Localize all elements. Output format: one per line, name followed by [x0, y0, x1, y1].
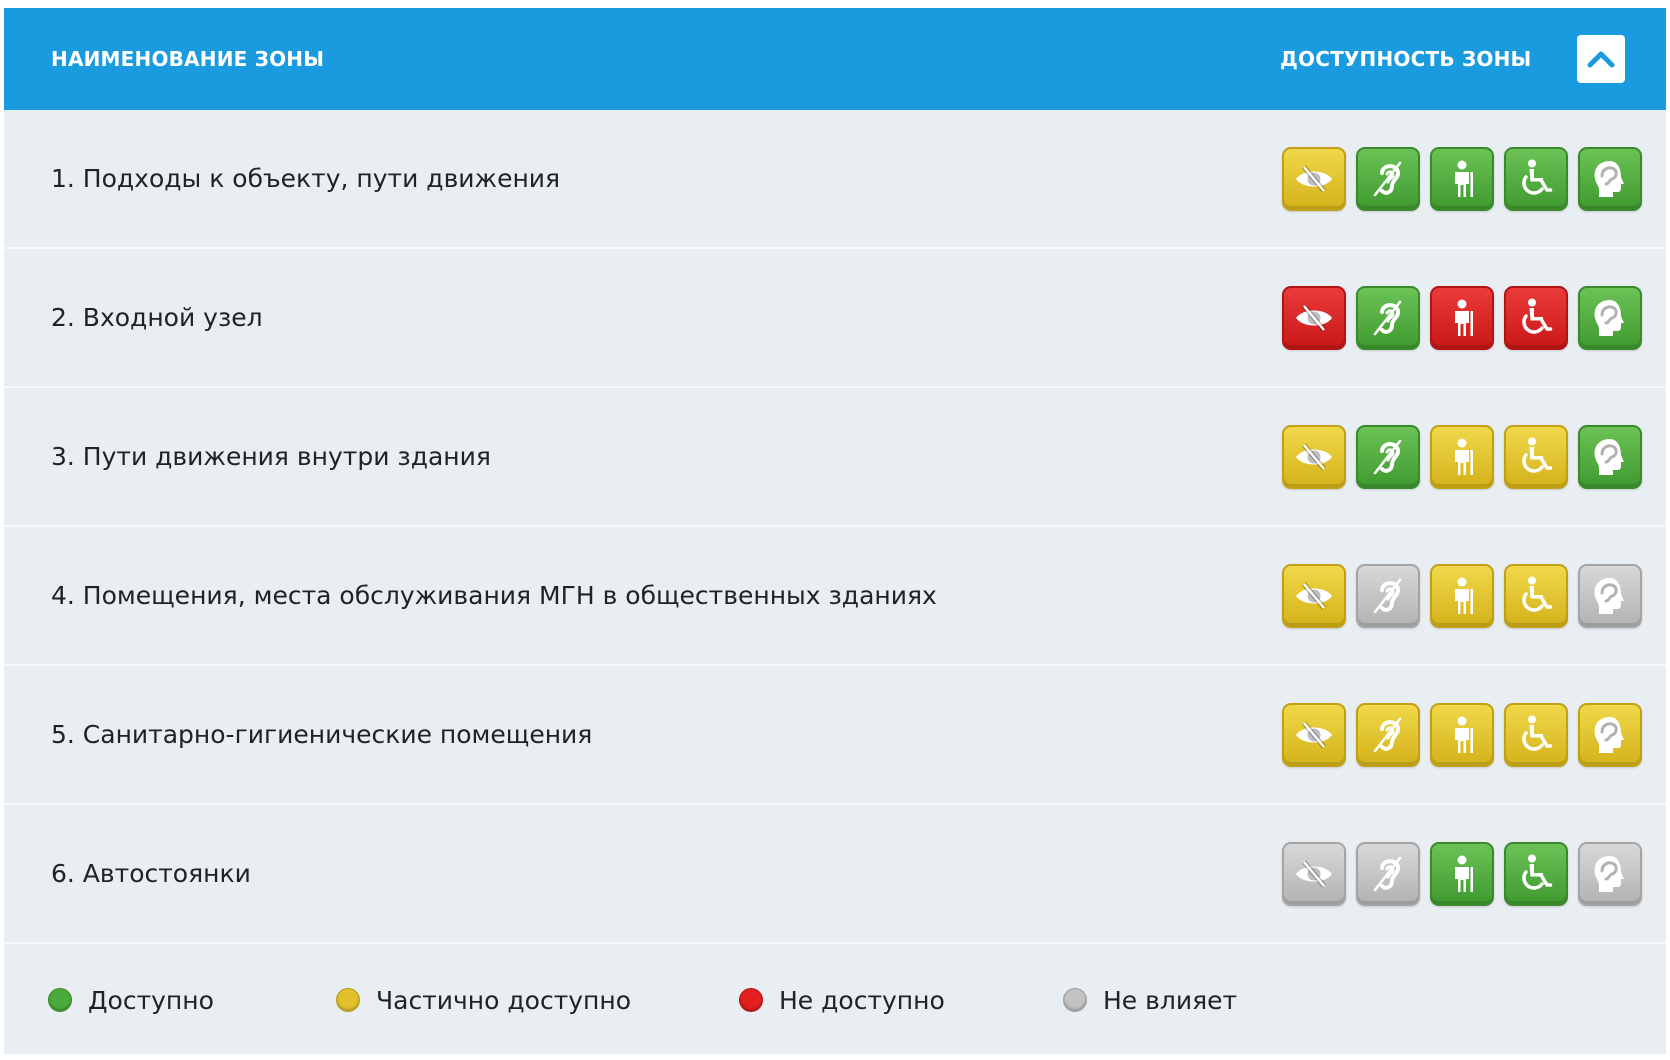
legend-item-partial: Частично доступно [336, 944, 631, 1056]
access-status-wheelchair[interactable] [1504, 286, 1568, 350]
legend-label: Не влияет [1103, 985, 1238, 1015]
access-status-mobility[interactable] [1430, 564, 1494, 628]
access-status-cognitive[interactable] [1578, 425, 1642, 489]
zone-row: 5. Санитарно-гигиенические помещения [4, 666, 1666, 805]
access-status-wheelchair[interactable] [1504, 564, 1568, 628]
chevron-up-icon [1587, 51, 1615, 68]
head-icon [1588, 852, 1632, 896]
eye-icon [1292, 852, 1336, 896]
wheelchair-icon [1514, 713, 1558, 757]
access-status-wheelchair[interactable] [1504, 425, 1568, 489]
eye-icon [1292, 713, 1336, 757]
access-status-hearing[interactable] [1356, 703, 1420, 767]
access-status-vision[interactable] [1282, 842, 1346, 906]
zone-name: 6. Автостоянки [51, 859, 251, 888]
legend-item-available: Доступно [48, 944, 214, 1056]
access-status-mobility[interactable] [1430, 425, 1494, 489]
zone-name: 1. Подходы к объекту, пути движения [51, 164, 561, 193]
head-icon [1588, 713, 1632, 757]
legend-label: Не доступно [779, 985, 945, 1015]
zone-name: 2. Входной узел [51, 303, 263, 332]
access-status-hearing[interactable] [1356, 147, 1420, 211]
access-status-cognitive[interactable] [1578, 703, 1642, 767]
legend-label: Доступно [88, 985, 214, 1015]
person-icon [1440, 852, 1484, 896]
wheelchair-icon [1514, 296, 1558, 340]
legend-item-not-affecting: Не влияет [1063, 944, 1237, 1056]
green-dot-icon [48, 988, 72, 1012]
zone-name: 3. Пути движения внутри здания [51, 442, 491, 471]
wheelchair-icon [1514, 574, 1558, 618]
ear-icon [1366, 574, 1410, 618]
zone-row: 1. Подходы к объекту, пути движения [4, 110, 1666, 249]
zone-access-icons [1282, 842, 1642, 906]
zone-access-icons [1282, 703, 1642, 767]
access-status-vision[interactable] [1282, 286, 1346, 350]
access-status-vision[interactable] [1282, 564, 1346, 628]
zone-name: 4. Помещения, места обслуживания МГН в о… [51, 581, 937, 610]
access-status-hearing[interactable] [1356, 425, 1420, 489]
ear-icon [1366, 435, 1410, 479]
access-status-wheelchair[interactable] [1504, 147, 1568, 211]
legend-item-unavailable: Не доступно [739, 944, 945, 1056]
zone-accessibility-panel: НАИМЕНОВАНИЕ ЗОНЫ ДОСТУПНОСТЬ ЗОНЫ 1. По… [4, 8, 1666, 1054]
table-header: НАИМЕНОВАНИЕ ЗОНЫ ДОСТУПНОСТЬ ЗОНЫ [4, 8, 1666, 110]
red-dot-icon [739, 988, 763, 1012]
zone-access-icons [1282, 425, 1642, 489]
person-icon [1440, 574, 1484, 618]
access-status-hearing[interactable] [1356, 286, 1420, 350]
ear-icon [1366, 713, 1410, 757]
zone-name: 5. Санитарно-гигиенические помещения [51, 720, 593, 749]
person-icon [1440, 157, 1484, 201]
access-status-wheelchair[interactable] [1504, 703, 1568, 767]
person-icon [1440, 713, 1484, 757]
zone-name-column-header: НАИМЕНОВАНИЕ ЗОНЫ [51, 47, 325, 71]
zone-row: 2. Входной узел [4, 249, 1666, 388]
collapse-button[interactable] [1577, 35, 1625, 83]
access-status-mobility[interactable] [1430, 286, 1494, 350]
head-icon [1588, 574, 1632, 618]
legend-label: Частично доступно [376, 985, 632, 1015]
access-status-cognitive[interactable] [1578, 564, 1642, 628]
head-icon [1588, 157, 1632, 201]
yellow-dot-icon [336, 988, 360, 1012]
access-status-mobility[interactable] [1430, 147, 1494, 211]
zone-list: 1. Подходы к объекту, пути движения 2. В… [4, 110, 1666, 944]
access-status-cognitive[interactable] [1578, 147, 1642, 211]
access-status-vision[interactable] [1282, 147, 1346, 211]
gray-dot-icon [1063, 988, 1087, 1012]
person-icon [1440, 296, 1484, 340]
access-status-mobility[interactable] [1430, 842, 1494, 906]
eye-icon [1292, 157, 1336, 201]
access-status-mobility[interactable] [1430, 703, 1494, 767]
access-status-cognitive[interactable] [1578, 842, 1642, 906]
eye-icon [1292, 296, 1336, 340]
head-icon [1588, 435, 1632, 479]
access-status-wheelchair[interactable] [1504, 842, 1568, 906]
zone-access-icons [1282, 286, 1642, 350]
zone-row: 4. Помещения, места обслуживания МГН в о… [4, 527, 1666, 666]
head-icon [1588, 296, 1632, 340]
zone-row: 3. Пути движения внутри здания [4, 388, 1666, 527]
zone-row: 6. Автостоянки [4, 805, 1666, 944]
status-legend: Доступно Частично доступно Не доступно Н… [4, 944, 1666, 1056]
access-status-cognitive[interactable] [1578, 286, 1642, 350]
ear-icon [1366, 852, 1410, 896]
zone-access-icons [1282, 564, 1642, 628]
wheelchair-icon [1514, 157, 1558, 201]
eye-icon [1292, 574, 1336, 618]
access-status-vision[interactable] [1282, 425, 1346, 489]
wheelchair-icon [1514, 852, 1558, 896]
person-icon [1440, 435, 1484, 479]
zone-access-icons [1282, 147, 1642, 211]
ear-icon [1366, 157, 1410, 201]
access-status-vision[interactable] [1282, 703, 1346, 767]
access-status-hearing[interactable] [1356, 842, 1420, 906]
wheelchair-icon [1514, 435, 1558, 479]
ear-icon [1366, 296, 1410, 340]
eye-icon [1292, 435, 1336, 479]
zone-access-column-header: ДОСТУПНОСТЬ ЗОНЫ [1280, 47, 1532, 71]
access-status-hearing[interactable] [1356, 564, 1420, 628]
